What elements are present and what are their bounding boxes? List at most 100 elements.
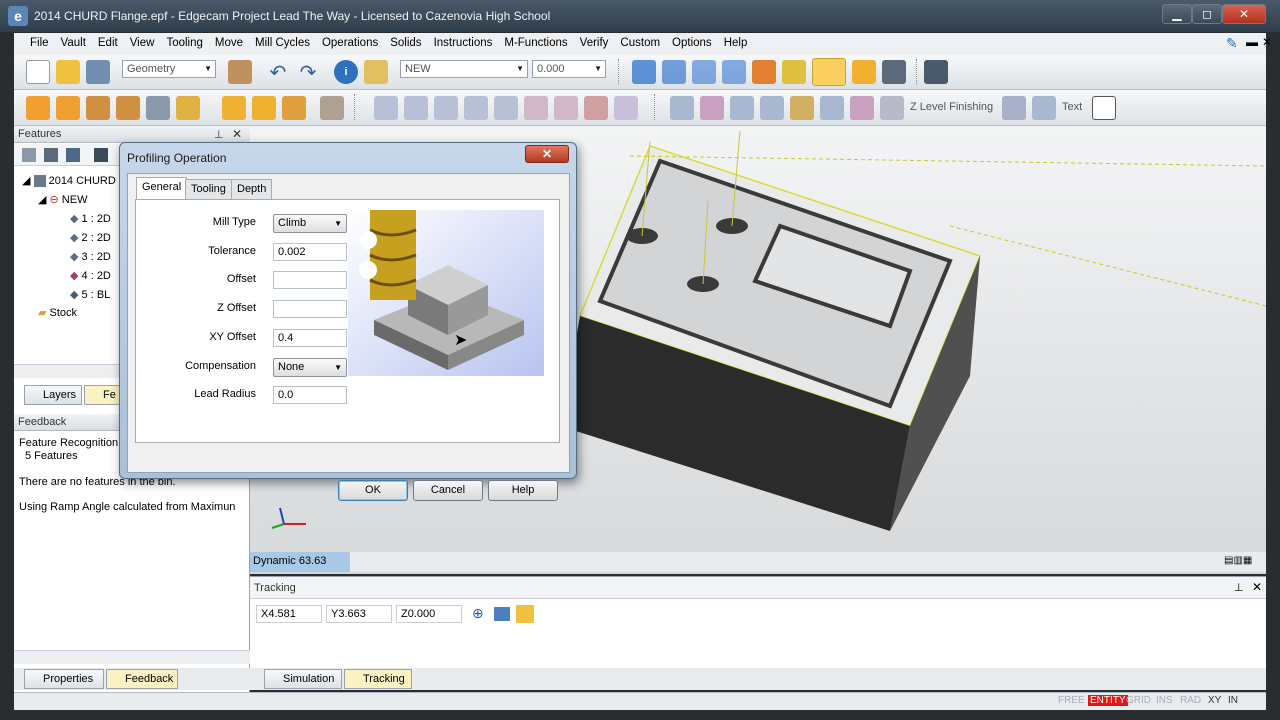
tree-feature-3[interactable]: ◆ 3 : 2D: [70, 250, 111, 263]
status-ins[interactable]: INS: [1156, 695, 1173, 706]
new-file-icon[interactable]: [26, 60, 50, 84]
status-xy[interactable]: XY: [1208, 695, 1221, 706]
menu-edit[interactable]: Edit: [92, 33, 124, 53]
menu-options[interactable]: Options: [666, 33, 718, 53]
layer-combo[interactable]: NEW ▼: [400, 60, 528, 78]
status-rad[interactable]: RAD: [1180, 695, 1201, 706]
surface-icon-9[interactable]: [614, 96, 638, 120]
tab-layers[interactable]: Layers: [24, 385, 82, 405]
tree-feature-2[interactable]: ◆ 2 : 2D: [70, 231, 111, 244]
level-icon-3[interactable]: [730, 96, 754, 120]
z-offset-input[interactable]: [273, 300, 347, 318]
surface-icon-3[interactable]: [434, 96, 458, 120]
level-icon-10[interactable]: [1032, 96, 1056, 120]
level-icon-4[interactable]: [760, 96, 784, 120]
profiling-icon[interactable]: [252, 96, 276, 120]
z-level-finishing-label[interactable]: Z Level Finishing: [910, 101, 993, 113]
shaded-view-icon[interactable]: [812, 58, 846, 86]
redo-icon[interactable]: ↷: [296, 60, 320, 84]
surface-icon-4[interactable]: [464, 96, 488, 120]
dialog-tab-tooling[interactable]: Tooling: [185, 179, 232, 199]
menu-file[interactable]: File: [24, 33, 55, 53]
surface-icon-2[interactable]: [404, 96, 428, 120]
feedback-scrollbar[interactable]: [14, 650, 250, 664]
hole-icon[interactable]: [282, 96, 306, 120]
menu-custom[interactable]: Custom: [614, 33, 666, 53]
view-icon[interactable]: [852, 60, 876, 84]
tree-stock[interactable]: ▰ Stock: [38, 306, 77, 319]
menu-help[interactable]: Help: [718, 33, 754, 53]
info-icon[interactable]: i: [334, 60, 358, 84]
surface-icon-5[interactable]: [494, 96, 518, 120]
status-grid[interactable]: GRID: [1126, 695, 1151, 706]
level-icon-9[interactable]: [1002, 96, 1026, 120]
roughing-icon[interactable]: [222, 96, 246, 120]
xy-offset-input[interactable]: 0.4: [273, 329, 347, 347]
level-icon-1[interactable]: [670, 96, 694, 120]
feed-move-icon[interactable]: [56, 96, 80, 120]
text-tool-label[interactable]: Text: [1062, 101, 1082, 113]
feature-tool-icon-3[interactable]: [94, 148, 108, 162]
dialog-tab-general[interactable]: General: [136, 177, 188, 199]
zoom-window-icon[interactable]: [632, 60, 656, 84]
box-icon[interactable]: [1092, 96, 1116, 120]
tab-simulation[interactable]: Simulation: [264, 669, 342, 689]
feature-tool-icon-1[interactable]: [22, 148, 36, 162]
menu-solids[interactable]: Solids: [384, 33, 427, 53]
panel-close-icon[interactable]: ✕: [1262, 35, 1272, 49]
tab-tracking[interactable]: Tracking: [344, 669, 412, 689]
level-icon-5[interactable]: [790, 96, 814, 120]
arc-move-icon[interactable]: [116, 96, 140, 120]
level-icon-7[interactable]: [850, 96, 874, 120]
rotate-icon[interactable]: [752, 60, 776, 84]
save-icon[interactable]: [86, 60, 110, 84]
close-button[interactable]: ✕: [1222, 4, 1266, 24]
tab-features[interactable]: Fe: [84, 385, 124, 405]
measure-icon[interactable]: [364, 60, 388, 84]
value-combo[interactable]: 0.000 ▼: [532, 60, 606, 78]
cancel-button[interactable]: Cancel: [413, 480, 483, 501]
tree-feature-4[interactable]: ◆ 4 : 2D: [70, 269, 111, 282]
tracking-x-field[interactable]: X4.581: [256, 605, 322, 623]
surface-icon-6[interactable]: [524, 96, 548, 120]
menu-verify[interactable]: Verify: [574, 33, 615, 53]
open-folder-icon[interactable]: [56, 60, 80, 84]
tab-feedback[interactable]: Feedback: [106, 669, 178, 689]
mill-type-select[interactable]: Climb ▼: [273, 214, 347, 233]
delete-icon[interactable]: [66, 148, 80, 162]
hide-icon[interactable]: [882, 60, 906, 84]
menu-view[interactable]: View: [124, 33, 161, 53]
move-icon[interactable]: [26, 96, 50, 120]
zoom-out-icon[interactable]: [692, 60, 716, 84]
undo-icon[interactable]: ↶: [266, 60, 290, 84]
pen-icon[interactable]: ✎: [1226, 35, 1238, 52]
dialog-tab-depth[interactable]: Depth: [231, 179, 273, 199]
tool-icon[interactable]: [146, 96, 170, 120]
eraser-icon[interactable]: [228, 60, 252, 84]
tolerance-input[interactable]: 0.002: [273, 243, 347, 261]
menu-instructions[interactable]: Instructions: [428, 33, 499, 53]
lead-radius-input[interactable]: 0.0: [273, 386, 347, 404]
zoom-extents-icon[interactable]: [662, 60, 686, 84]
status-free[interactable]: FREE: [1058, 695, 1085, 706]
status-in[interactable]: IN: [1228, 695, 1238, 706]
cycle-icon[interactable]: [320, 96, 344, 120]
level-icon-2[interactable]: [700, 96, 724, 120]
panel-float-icon[interactable]: ▬: [1246, 35, 1258, 49]
pin-icon[interactable]: ⊥: [1234, 581, 1244, 594]
offset-input[interactable]: [273, 271, 347, 289]
surface-icon-7[interactable]: [554, 96, 578, 120]
tree-feature-5[interactable]: ◆ 5 : BL: [70, 288, 110, 301]
tracking-close-icon[interactable]: ✕: [1252, 580, 1262, 594]
menu-tooling[interactable]: Tooling: [160, 33, 208, 53]
zoom-in-icon[interactable]: [722, 60, 746, 84]
ok-button[interactable]: OK: [338, 480, 408, 501]
minimize-button[interactable]: ▁: [1162, 4, 1192, 24]
features-close-icon[interactable]: ✕: [232, 127, 242, 141]
view-layout-icons[interactable]: ▤▥▦: [1224, 555, 1252, 566]
menu-vault[interactable]: Vault: [55, 33, 92, 53]
tracking-z-field[interactable]: Z0.000: [396, 605, 462, 623]
dialog-close-button[interactable]: ✕: [525, 145, 569, 163]
status-entity[interactable]: ENTITY: [1088, 695, 1128, 706]
rapid-icon[interactable]: [86, 96, 110, 120]
